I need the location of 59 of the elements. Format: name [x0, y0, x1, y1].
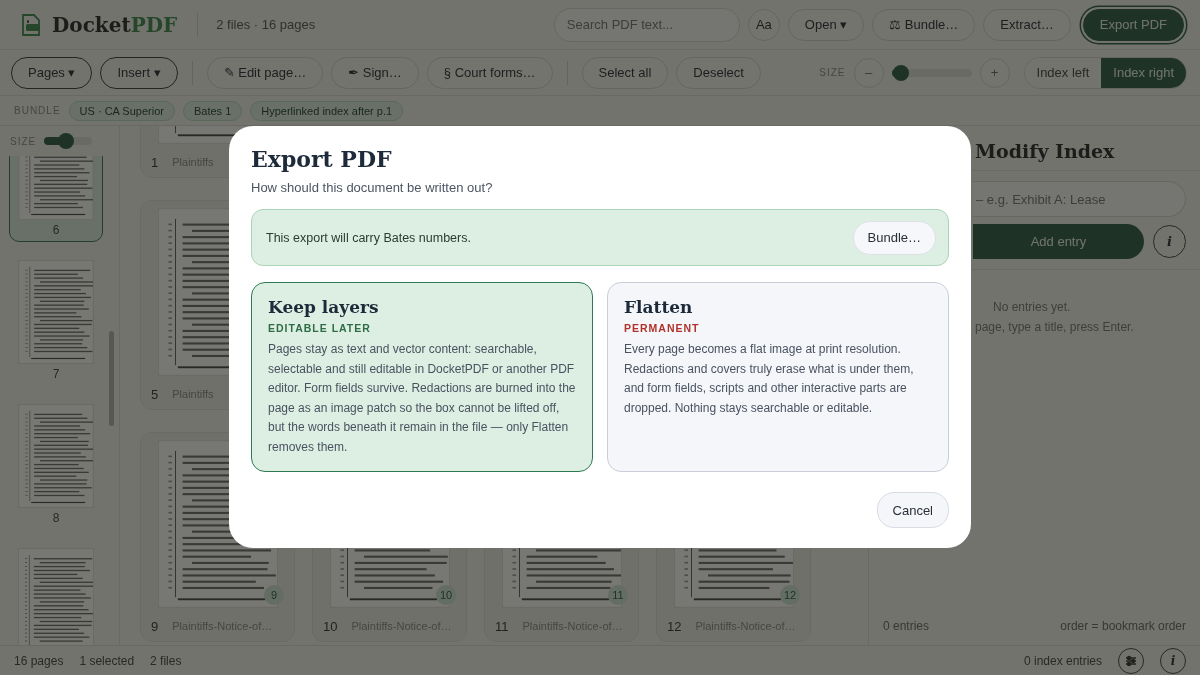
- layout-tab[interactable]: Index right: [1101, 57, 1186, 88]
- search-field[interactable]: Search PDF text...: [553, 7, 740, 42]
- page-number: 6: [52, 223, 60, 237]
- cancel-button[interactable]: Cancel: [876, 492, 949, 528]
- toolbar-button[interactable]: Extract…: [983, 8, 1071, 41]
- page-thumbnail[interactable]: 7: [9, 256, 103, 386]
- toolbar-button[interactable]: Deselect: [676, 56, 761, 89]
- option-tag: PERMANENT: [624, 322, 932, 334]
- toolbar-button[interactable]: ⚖ Bundle…: [872, 8, 976, 41]
- page-badge: 12: [780, 585, 800, 605]
- page-thumbnail[interactable]: 8: [9, 400, 103, 530]
- scrollbar[interactable]: [109, 331, 114, 426]
- menu-button[interactable]: Insert ▾: [100, 56, 178, 89]
- toolbar-button[interactable]: ✎ Edit page…: [206, 56, 324, 89]
- page-badge: 11: [608, 585, 628, 605]
- status-text: 0 index entries: [1023, 653, 1102, 668]
- page-number: 10: [323, 618, 338, 634]
- dialog-subtitle: How should this document be written out?: [251, 180, 494, 195]
- option-description: Every page becomes a flat image at print resolution. Redactions and covers truly erase what is under them, and form fields, scripts and other interactive parts are dropped. Nothing stays searchable or editable.: [624, 341, 915, 417]
- panel-title: Modify Index: [975, 140, 1116, 162]
- entry-field[interactable]: – e.g. Exhibit A: Lease: [973, 181, 1186, 217]
- bundle-chip[interactable]: Bates 1: [182, 100, 243, 121]
- bundle-chip[interactable]: US · CA Superior: [68, 100, 175, 121]
- page-number: 7: [52, 367, 60, 381]
- page-badge: 9: [264, 585, 284, 605]
- option-title: Flatten: [624, 297, 694, 317]
- toolbar-button[interactable]: ✒ Sign…: [331, 56, 419, 89]
- settings-button[interactable]: [1118, 647, 1144, 674]
- page-thumbnail[interactable]: 6: [9, 156, 103, 242]
- app-logo: DocketPDF: [52, 12, 178, 37]
- menu-button[interactable]: Pages ▾: [11, 56, 93, 89]
- entry-count: 0 entries: [883, 619, 930, 635]
- toolbar-button[interactable]: Open ▾: [787, 8, 865, 41]
- font-button[interactable]: Aa: [747, 8, 780, 41]
- zoom-in-button[interactable]: +: [979, 57, 1010, 88]
- info-button[interactable]: i: [1160, 647, 1186, 674]
- file-summary: 2 files · 16 pages: [216, 17, 316, 32]
- info-button[interactable]: i: [1153, 225, 1186, 258]
- page-number: 11: [495, 618, 509, 634]
- export-button[interactable]: Export PDF: [1082, 8, 1184, 41]
- dialog-title: Export PDF: [251, 146, 393, 172]
- status-text: 1 selected: [79, 653, 135, 668]
- zoom-out-button[interactable]: –: [853, 57, 884, 88]
- status-text: 2 files: [150, 653, 182, 668]
- status-text: 16 pages: [14, 653, 64, 668]
- toolbar-button[interactable]: § Court forms…: [426, 56, 553, 89]
- export-option[interactable]: [251, 282, 593, 472]
- sliders-icon: [1124, 653, 1138, 668]
- toolbar-button[interactable]: Select all: [581, 56, 669, 89]
- order-note: order = bookmark order: [1060, 619, 1186, 635]
- page-number: 9: [151, 618, 159, 634]
- page-badge: 10: [436, 585, 456, 605]
- page-number: 1: [151, 154, 159, 170]
- bundle-chip[interactable]: Hyperlinked index after p.1: [250, 100, 404, 121]
- page-number: 12: [667, 618, 682, 634]
- bundle-button[interactable]: Bundle…: [852, 220, 936, 255]
- add-entry-button[interactable]: Add entry: [973, 224, 1144, 259]
- page-number: 8: [52, 511, 60, 525]
- page-number: 5: [151, 386, 159, 402]
